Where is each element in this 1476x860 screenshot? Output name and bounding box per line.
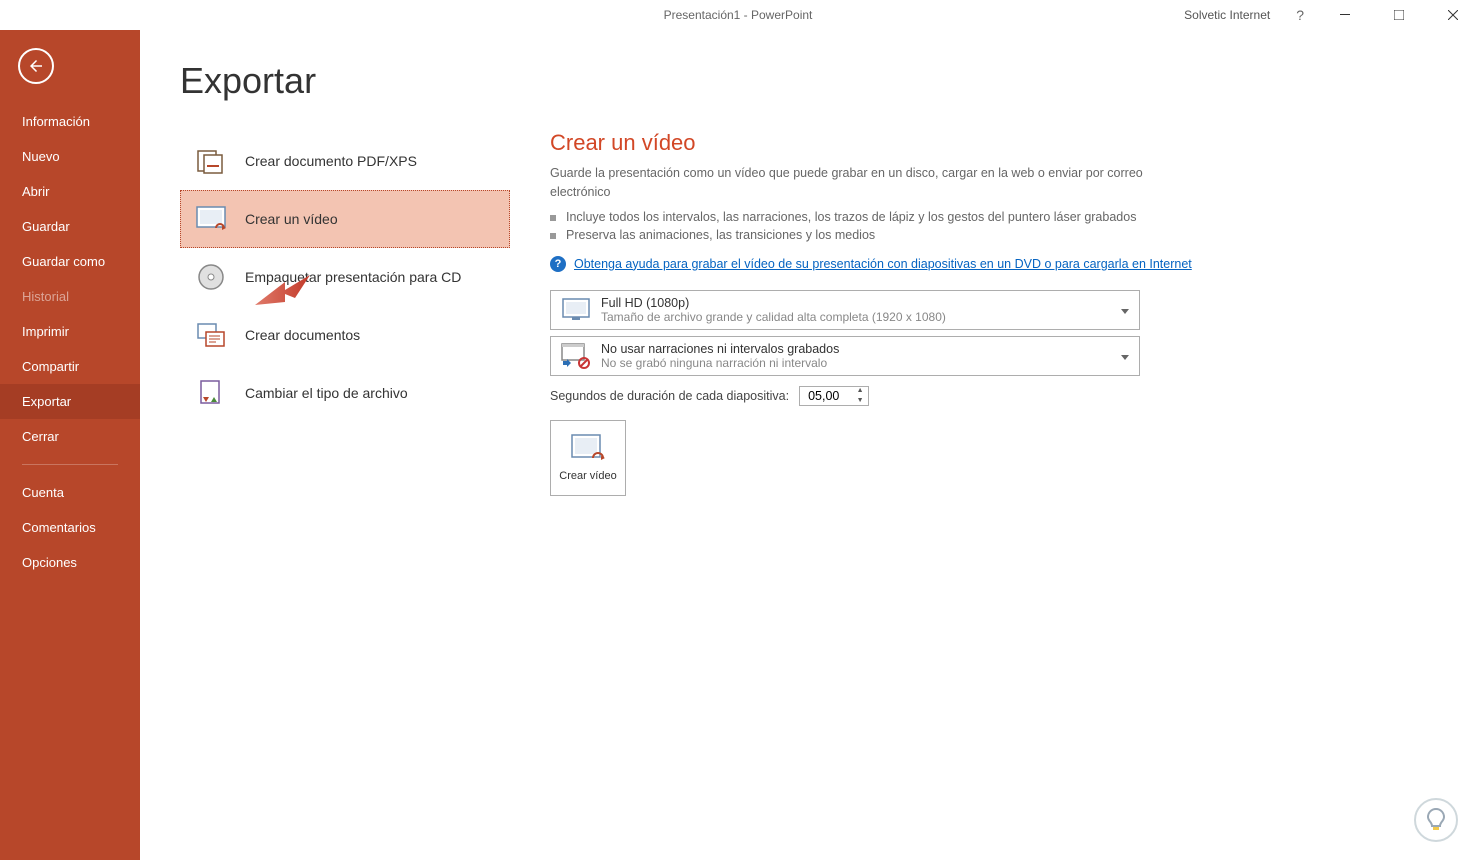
help-link[interactable]: Obtenga ayuda para grabar el vídeo de su… [574,257,1192,271]
nav-historial: Historial [0,279,140,314]
narration-disabled-icon [561,341,591,371]
monitor-icon [561,295,591,325]
window-title: Presentación1 - PowerPoint [664,8,813,22]
narration-dropdown[interactable]: No usar narraciones ni intervalos grabad… [550,336,1140,376]
handouts-icon [195,319,227,351]
narration-subtitle: No se grabó ninguna narración ni interva… [601,356,1129,370]
user-name[interactable]: Solvetic Internet [1184,8,1270,22]
nav-separator [22,464,118,465]
export-option-cd[interactable]: Empaquetar presentación para CD [180,248,510,306]
quality-title: Full HD (1080p) [601,296,1129,310]
export-option-label: Crear un vídeo [245,211,338,227]
stepper-up[interactable]: ▲ [853,386,867,396]
export-option-filetype[interactable]: Cambiar el tipo de archivo [180,364,510,422]
export-option-handouts[interactable]: Crear documentos [180,306,510,364]
detail-title: Crear un vídeo [550,130,1446,156]
export-option-label: Crear documentos [245,327,360,343]
quality-dropdown[interactable]: Full HD (1080p) Tamaño de archivo grande… [550,290,1140,330]
detail-panel: Crear un vídeo Guarde la presentación co… [510,60,1446,860]
bullet-icon [550,215,556,221]
nav-imprimir[interactable]: Imprimir [0,314,140,349]
titlebar: Presentación1 - PowerPoint Solvetic Inte… [0,0,1476,30]
detail-bullet: Incluye todos los intervalos, las narrac… [550,210,1446,224]
export-option-label: Crear documento PDF/XPS [245,153,417,169]
create-video-icon [571,434,605,464]
filetype-icon [195,377,227,409]
nav-compartir[interactable]: Compartir [0,349,140,384]
nav-guardar-como[interactable]: Guardar como [0,244,140,279]
chevron-down-icon [1121,347,1129,365]
nav-cerrar[interactable]: Cerrar [0,419,140,454]
help-link-row: ? Obtenga ayuda para grabar el vídeo de … [550,256,1446,272]
nav-nuevo[interactable]: Nuevo [0,139,140,174]
page-title: Exportar [180,60,510,102]
create-video-label: Crear vídeo [559,470,616,482]
export-option-label: Empaquetar presentación para CD [245,269,461,285]
nav-abrir[interactable]: Abrir [0,174,140,209]
create-video-button[interactable]: Crear vídeo [550,420,626,496]
nav-informacion[interactable]: Información [0,104,140,139]
export-option-video[interactable]: Crear un vídeo [180,190,510,248]
duration-label: Segundos de duración de cada diapositiva… [550,389,789,403]
export-option-pdf[interactable]: Crear documento PDF/XPS [180,132,510,190]
detail-description: Guarde la presentación como un vídeo que… [550,164,1150,202]
export-option-label: Cambiar el tipo de archivo [245,385,408,401]
minimize-button[interactable] [1322,0,1368,30]
nav-cuenta[interactable]: Cuenta [0,475,140,510]
quality-subtitle: Tamaño de archivo grande y calidad alta … [601,310,1129,324]
nav-comentarios[interactable]: Comentarios [0,510,140,545]
cd-icon [195,261,227,293]
back-button[interactable] [18,48,54,84]
close-button[interactable] [1430,0,1476,30]
video-icon [195,203,227,235]
help-bulb-button[interactable] [1414,798,1458,842]
backstage-sidebar: Información Nuevo Abrir Guardar Guardar … [0,30,140,860]
nav-guardar[interactable]: Guardar [0,209,140,244]
narration-title: No usar narraciones ni intervalos grabad… [601,342,1129,356]
bullet-icon [550,233,556,239]
stepper-down[interactable]: ▼ [853,396,867,406]
detail-bullet: Preserva las animaciones, las transicion… [550,228,1446,242]
maximize-button[interactable] [1376,0,1422,30]
nav-opciones[interactable]: Opciones [0,545,140,580]
chevron-down-icon [1121,301,1129,319]
pdf-icon [195,145,227,177]
help-button[interactable]: ? [1286,7,1314,23]
content-area: Exportar Crear documento PDF/XPS Crear u… [140,30,1476,860]
help-info-icon: ? [550,256,566,272]
nav-exportar[interactable]: Exportar [0,384,140,419]
